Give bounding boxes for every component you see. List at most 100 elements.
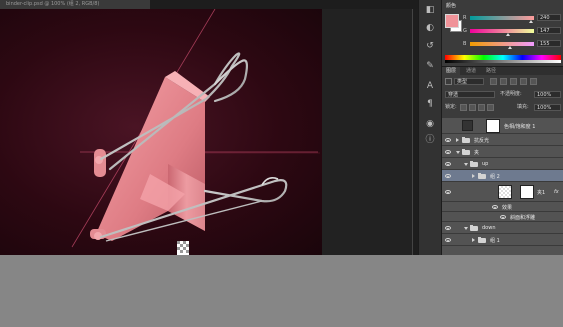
foreground-color-swatch[interactable] — [445, 14, 459, 28]
lock-transparent-icon[interactable] — [460, 104, 467, 111]
filter-kind-select[interactable]: 类型 — [454, 78, 484, 85]
properties-icon[interactable]: ◉ — [424, 118, 436, 130]
pasteboard — [322, 9, 418, 255]
folder-icon — [462, 137, 470, 143]
visibility-eye-icon[interactable] — [445, 238, 451, 242]
collapse-arrow-icon[interactable] — [464, 163, 468, 166]
visibility-eye-icon[interactable] — [500, 215, 506, 219]
document-tab[interactable]: binder-clip.psd @ 100% (组 2, RGB/8) — [0, 0, 150, 9]
layer-row[interactable]: up — [442, 158, 563, 170]
panel-icon-strip: ◧ ◐ ↺ ✎ A ¶ ◉ ⓘ — [419, 0, 442, 255]
layer-name: 组 1 — [490, 238, 500, 244]
visibility-eye-icon[interactable] — [445, 150, 451, 154]
lock-fill-row: 锁定: 填充: 100% — [442, 103, 563, 113]
layer-filter-row: 类型 — [442, 77, 563, 87]
visibility-eye-icon[interactable] — [445, 162, 451, 166]
layer-mask-thumbnail[interactable] — [520, 185, 534, 199]
layer-name: 夹1 — [537, 190, 546, 196]
collapse-arrow-icon[interactable] — [456, 151, 460, 154]
pixel-filter-icon[interactable] — [490, 78, 497, 85]
lock-all-icon[interactable] — [487, 104, 494, 111]
color-panel-icon[interactable]: ◧ — [424, 4, 436, 16]
tab-channels[interactable]: 通道 — [462, 67, 480, 75]
adjustment-thumbnail — [462, 120, 473, 131]
folder-icon — [470, 161, 478, 167]
visibility-eye-icon[interactable] — [445, 226, 451, 230]
layer-row[interactable]: 抗反光 — [442, 134, 563, 146]
fill-field[interactable]: 100% — [534, 104, 561, 111]
folder-icon — [478, 237, 486, 243]
expand-arrow-icon[interactable] — [472, 238, 475, 242]
layer-name: 夹 — [474, 150, 480, 156]
layer-row-selected[interactable]: 组 2 — [442, 170, 563, 182]
collapse-arrow-icon[interactable] — [464, 227, 468, 230]
visibility-eye-icon[interactable] — [445, 190, 451, 194]
layer-name: 抗反光 — [474, 138, 490, 144]
binder-clip-artwork — [71, 9, 320, 255]
expand-arrow-icon[interactable] — [456, 138, 459, 142]
layer-effects-badge[interactable]: fx — [554, 189, 559, 195]
visibility-eye-icon[interactable] — [445, 138, 451, 142]
channel-slider[interactable] — [470, 42, 534, 46]
channel-value-field[interactable]: 155 — [537, 40, 561, 47]
brush-icon[interactable]: ✎ — [424, 60, 436, 72]
expand-arrow-icon[interactable] — [472, 174, 475, 178]
channel-label: G — [463, 28, 467, 34]
channel-handle[interactable] — [508, 46, 512, 49]
lock-label: 锁定: — [445, 104, 457, 110]
photoshop-window: binder-clip.psd @ 100% (组 2, RGB/8) ◧ ◐ … — [0, 0, 563, 255]
channel-handle[interactable] — [529, 20, 533, 23]
blank-area — [0, 255, 563, 327]
layers-panel-tabs: 图层 通道 路径 — [442, 66, 563, 75]
folder-icon — [478, 173, 486, 179]
blend-opacity-row: 穿透 不透明度: 100% — [442, 90, 563, 100]
shape-filter-icon[interactable] — [520, 78, 527, 85]
lock-position-icon[interactable] — [478, 104, 485, 111]
layer-row[interactable]: 色相/饱和度 1 — [442, 118, 563, 134]
character-icon[interactable]: A — [424, 80, 436, 92]
layer-row[interactable]: 夹 — [442, 146, 563, 158]
effects-label: 效果 — [502, 205, 513, 211]
lock-pixels-icon[interactable] — [469, 104, 476, 111]
effects-row[interactable]: 效果 — [442, 202, 563, 212]
fill-label: 填充: — [517, 104, 529, 110]
tab-layers[interactable]: 图层 — [442, 67, 461, 75]
folder-icon — [462, 149, 470, 155]
panels-area: 颜色 R 240 G 147 B 155 图层 通道 路径 类型 穿透 不透明度… — [442, 0, 563, 255]
channel-label: B — [463, 41, 467, 47]
type-filter-icon[interactable] — [510, 78, 517, 85]
folder-icon — [470, 225, 478, 231]
layer-row[interactable]: 夹1 fx — [442, 182, 563, 202]
info-icon[interactable]: ⓘ — [424, 134, 436, 146]
channel-b: B 155 — [463, 40, 563, 49]
effect-row[interactable]: 斜面和浮雕 — [442, 212, 563, 222]
layer-name: 色相/饱和度 1 — [504, 124, 536, 130]
channel-slider[interactable] — [470, 16, 534, 20]
tab-color[interactable]: 颜色 — [442, 2, 461, 10]
tab-paths[interactable]: 路径 — [482, 67, 500, 75]
layer-row[interactable]: 组 1 — [442, 234, 563, 246]
paragraph-icon[interactable]: ¶ — [424, 98, 436, 110]
history-icon[interactable]: ↺ — [424, 40, 436, 52]
adjustments-icon[interactable]: ◐ — [424, 22, 436, 34]
opacity-label: 不透明度: — [500, 91, 522, 97]
layer-name: 组 2 — [490, 174, 500, 180]
smart-object-filter-icon[interactable] — [530, 78, 537, 85]
opacity-field[interactable]: 100% — [534, 91, 561, 98]
channel-handle[interactable] — [506, 33, 510, 36]
canvas[interactable] — [0, 9, 322, 255]
search-icon — [445, 78, 452, 85]
color-spectrum[interactable] — [445, 55, 561, 63]
adjustment-filter-icon[interactable] — [500, 78, 507, 85]
layer-row[interactable]: down — [442, 222, 563, 234]
layer-name: up — [482, 161, 489, 167]
visibility-eye-icon[interactable] — [445, 174, 451, 178]
channel-value-field[interactable]: 240 — [537, 14, 561, 21]
channel-slider[interactable] — [470, 29, 534, 33]
layer-mask-thumbnail[interactable] — [486, 119, 500, 133]
channel-value-field[interactable]: 147 — [537, 27, 561, 34]
blend-mode-select[interactable]: 穿透 — [445, 91, 495, 98]
visibility-eye-icon[interactable] — [492, 205, 498, 209]
layer-name: down — [482, 225, 496, 231]
channel-g: G 147 — [463, 27, 563, 36]
